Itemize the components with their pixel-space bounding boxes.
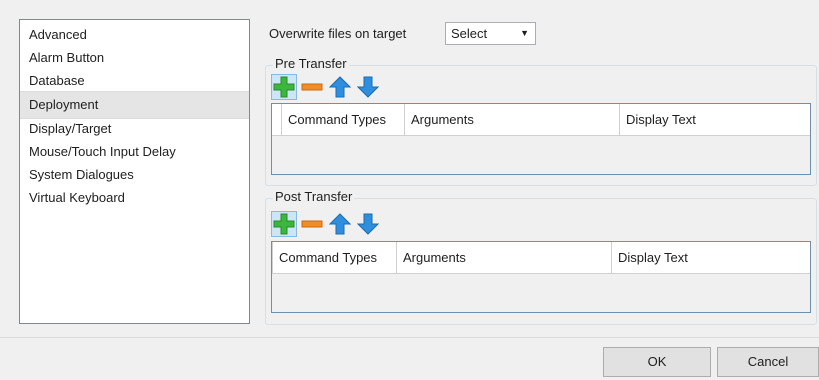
- column-header-command-types[interactable]: Command Types: [273, 242, 397, 273]
- dropdown-arrow-icon: ▼: [520, 28, 529, 38]
- post-move-up-button[interactable]: [327, 211, 353, 237]
- pre-move-up-button[interactable]: [327, 74, 353, 100]
- remove-icon: [301, 83, 323, 91]
- post-remove-button[interactable]: [299, 211, 325, 237]
- column-header-command-types[interactable]: Command Types: [282, 104, 405, 135]
- cancel-button[interactable]: Cancel: [717, 347, 819, 377]
- pre-remove-button[interactable]: [299, 74, 325, 100]
- pre-move-down-button[interactable]: [355, 74, 381, 100]
- column-header-display-text[interactable]: Display Text: [620, 104, 810, 135]
- footer-divider: [0, 337, 819, 338]
- column-header-display-text[interactable]: Display Text: [612, 242, 810, 273]
- grid-header: Command Types Arguments Display Text: [272, 242, 810, 274]
- post-move-down-button[interactable]: [355, 211, 381, 237]
- ok-button[interactable]: OK: [603, 347, 711, 377]
- column-header-arguments[interactable]: Arguments: [397, 242, 612, 273]
- remove-icon: [301, 220, 323, 228]
- row-header-column: [272, 104, 282, 135]
- settings-category-list[interactable]: Advanced Alarm Button Database Deploymen…: [19, 19, 250, 324]
- pre-transfer-group: Pre Transfer Command Types Arguments Dis…: [265, 56, 817, 186]
- add-icon: [273, 76, 295, 98]
- move-up-icon: [329, 213, 351, 235]
- deployment-settings-panel: Overwrite files on target Select ▼ Pre T…: [263, 18, 819, 326]
- overwrite-files-value: Select: [451, 26, 488, 41]
- pre-transfer-toolbar: [271, 74, 381, 100]
- overwrite-files-select[interactable]: Select ▼: [445, 22, 536, 45]
- pre-transfer-grid[interactable]: Command Types Arguments Display Text: [271, 103, 811, 175]
- post-transfer-grid[interactable]: Command Types Arguments Display Text: [271, 241, 811, 313]
- post-transfer-toolbar: [271, 211, 381, 237]
- move-down-icon: [357, 213, 379, 235]
- post-add-button[interactable]: [271, 211, 297, 237]
- category-item-virtual-keyboard[interactable]: Virtual Keyboard: [20, 185, 249, 211]
- column-header-arguments[interactable]: Arguments: [405, 104, 620, 135]
- post-transfer-title: Post Transfer: [273, 189, 355, 204]
- pre-add-button[interactable]: [271, 74, 297, 100]
- category-item-deployment[interactable]: Deployment: [20, 91, 249, 119]
- post-transfer-group: Post Transfer Command Types Arguments Di…: [265, 189, 817, 325]
- pre-transfer-title: Pre Transfer: [273, 56, 349, 71]
- overwrite-files-label: Overwrite files on target: [269, 26, 407, 41]
- add-icon: [273, 213, 295, 235]
- move-down-icon: [357, 76, 379, 98]
- grid-header: Command Types Arguments Display Text: [272, 104, 810, 136]
- move-up-icon: [329, 76, 351, 98]
